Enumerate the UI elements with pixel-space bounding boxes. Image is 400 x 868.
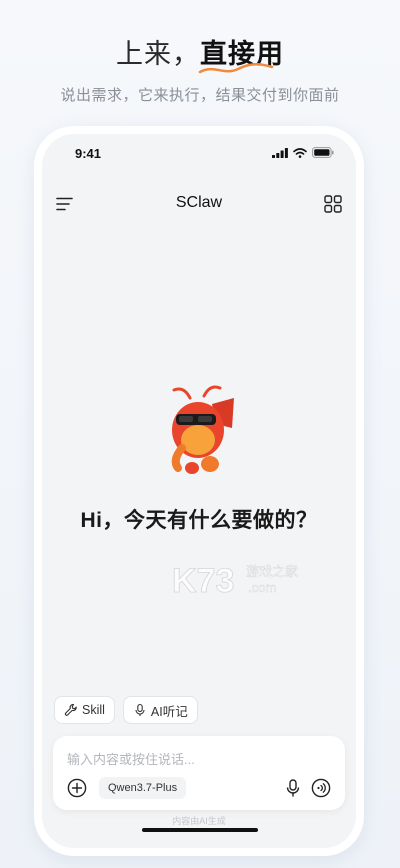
grid-icon[interactable] xyxy=(324,195,342,213)
watermark-k73: K73 xyxy=(172,562,234,600)
underline-squiggle-icon xyxy=(198,63,274,74)
ai-notes-chip[interactable]: AI听记 xyxy=(122,696,198,724)
greeting-text: Hi，今天有什么要做的？ xyxy=(80,509,318,532)
skill-chip-label: Skill xyxy=(82,703,105,717)
status-icons xyxy=(272,147,334,158)
promo-subtitle: 说出需求，它来执行，结果交付到你面前 xyxy=(60,87,340,104)
wrench-icon xyxy=(64,703,77,716)
quick-chips: Skill AI听记 xyxy=(54,696,198,724)
skill-chip[interactable]: Skill xyxy=(54,696,115,724)
app-title: SClaw xyxy=(175,194,223,211)
ai-disclaimer: 内容由AI生成 xyxy=(172,816,226,826)
voice-mode-icon[interactable] xyxy=(311,778,331,798)
signal-icon xyxy=(272,147,288,158)
watermark-site: 游戏之家 xyxy=(246,564,298,580)
promo-title-normal: 上来， xyxy=(116,39,200,69)
app-screen: 9:41 SClaw K73 游戏之家 .com Hi，今天有什么要做的？ Sk… xyxy=(42,134,356,848)
nav-bar: SClaw xyxy=(42,186,356,222)
home-indicator xyxy=(142,828,258,832)
message-input[interactable] xyxy=(67,750,327,768)
watermark-logo: K73 游戏之家 .com xyxy=(172,562,298,601)
add-icon[interactable] xyxy=(67,778,87,798)
composer-card: Qwen3.7-Plus xyxy=(53,736,345,810)
phone-frame: 9:41 SClaw K73 游戏之家 .com Hi，今天有什么要做的？ Sk… xyxy=(34,126,364,856)
watermark-domain: .com xyxy=(248,580,276,595)
model-selector[interactable]: Qwen3.7-Plus xyxy=(99,777,187,799)
status-bar: 9:41 xyxy=(42,134,356,174)
ai-notes-chip-label: AI听记 xyxy=(150,704,188,719)
microphone-icon xyxy=(135,703,145,716)
status-time: 9:41 xyxy=(75,146,102,161)
battery-icon xyxy=(312,147,334,158)
wifi-icon xyxy=(293,147,307,158)
mic-icon[interactable] xyxy=(283,778,303,798)
mascot-icon xyxy=(171,385,234,474)
